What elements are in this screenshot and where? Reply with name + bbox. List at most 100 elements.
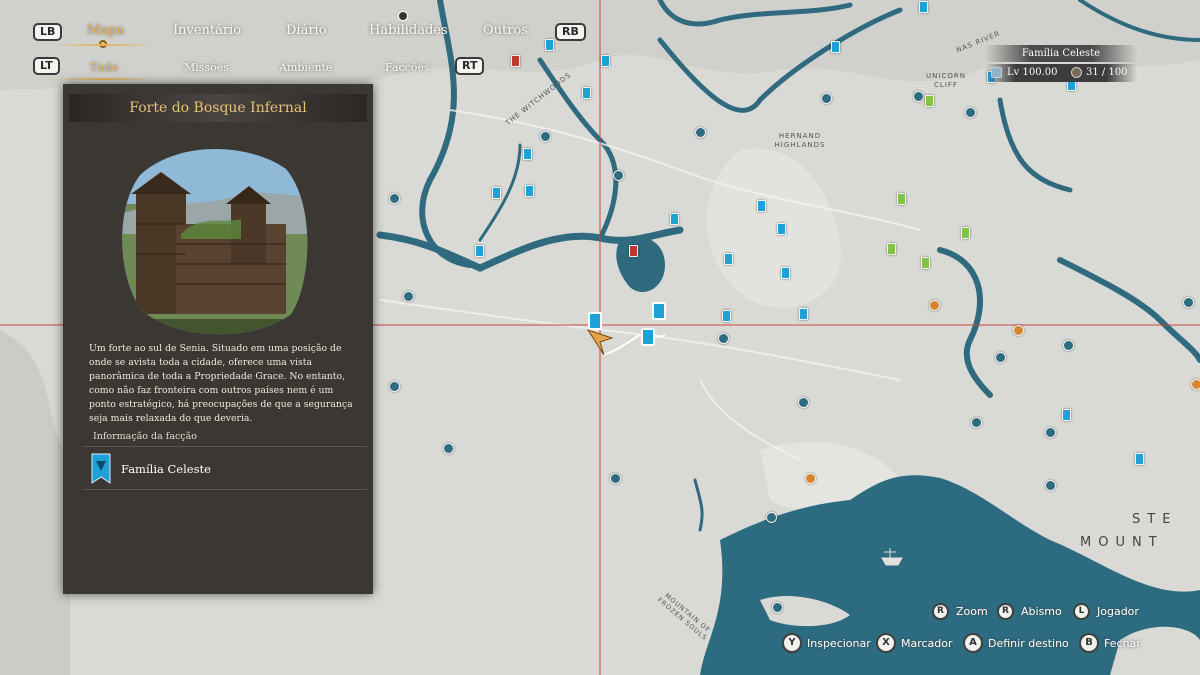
zoom-label: Zoom: [956, 605, 988, 618]
map-waypoint-icon[interactable]: [389, 381, 400, 392]
player-info: Família Celeste Lv 100.00 31 / 100: [985, 45, 1137, 85]
map-poi-icon[interactable]: [921, 257, 930, 269]
map-waypoint-icon[interactable]: [971, 417, 982, 428]
lt-button[interactable]: LT: [33, 57, 60, 75]
map-label-unicorn-cliff: UNICORN CLIFF: [926, 72, 966, 89]
rt-button[interactable]: RT: [455, 57, 485, 75]
map-waypoint-icon[interactable]: [965, 107, 976, 118]
abismo-button-icon[interactable]: R: [997, 603, 1014, 620]
subtab-ambiente[interactable]: Ambiente: [279, 61, 332, 74]
close-label: Fechar: [1104, 637, 1141, 650]
faction-marker-icon[interactable]: [652, 302, 666, 320]
map-poi-icon[interactable]: [601, 55, 610, 67]
map-poi-icon[interactable]: [925, 95, 934, 107]
map-poi-icon[interactable]: [724, 253, 733, 265]
player-level: Lv 100.00: [1007, 67, 1058, 78]
map-poi-icon[interactable]: [492, 187, 501, 199]
map-waypoint-icon[interactable]: [389, 193, 400, 204]
map-poi-icon[interactable]: [1135, 453, 1144, 465]
map-poi-icon[interactable]: [525, 185, 534, 197]
members-icon: [1071, 67, 1082, 78]
tab-outros[interactable]: Outros: [483, 23, 528, 38]
map-waypoint-icon[interactable]: [695, 127, 706, 138]
faction-info-header: Informação da facção: [93, 431, 198, 442]
map-waypoint-icon[interactable]: [1063, 340, 1074, 351]
map-waypoint-icon[interactable]: [1183, 297, 1194, 308]
dest-button-icon[interactable]: A: [963, 633, 983, 653]
map-waypoint-icon[interactable]: [766, 512, 777, 523]
player-family-name: Família Celeste: [985, 45, 1137, 62]
map-poi-icon[interactable]: [523, 148, 532, 160]
map-waypoint-icon[interactable]: [821, 93, 832, 104]
subtab-faccoes[interactable]: Facções: [385, 61, 430, 74]
map-waypoint-icon[interactable]: [718, 333, 729, 344]
map-label-ste: STE: [1132, 512, 1178, 527]
faction-marker-icon[interactable]: [641, 328, 655, 346]
player-stats: Lv 100.00 31 / 100: [985, 64, 1137, 82]
tab-habilidades[interactable]: Habilidades: [369, 23, 448, 38]
map-waypoint-icon[interactable]: [913, 91, 924, 102]
inspect-label: Inspecionar: [807, 637, 871, 650]
tab-mapa[interactable]: Mapa: [87, 23, 124, 38]
map-poi-icon[interactable]: [670, 213, 679, 225]
map-poi-icon[interactable]: [629, 245, 638, 257]
faction-banner-icon: [91, 453, 111, 484]
rb-button[interactable]: RB: [555, 23, 586, 41]
close-button-icon[interactable]: B: [1079, 633, 1099, 653]
lb-button[interactable]: LB: [33, 23, 63, 41]
map-poi-icon[interactable]: [545, 39, 554, 51]
map-poi-icon[interactable]: [929, 300, 940, 311]
map-poi-icon[interactable]: [799, 308, 808, 320]
location-title: Forte do Bosque Infernal: [129, 100, 307, 116]
map-poi-icon[interactable]: [722, 310, 731, 322]
map-poi-icon[interactable]: [1191, 379, 1200, 390]
faction-marker-icon[interactable]: [588, 312, 602, 330]
map-waypoint-icon[interactable]: [798, 397, 809, 408]
map-poi-icon[interactable]: [757, 200, 766, 212]
map-poi-icon[interactable]: [831, 41, 840, 53]
map-waypoint-icon[interactable]: [1045, 480, 1056, 491]
map-poi-icon[interactable]: [897, 193, 906, 205]
map-waypoint-icon[interactable]: [1045, 427, 1056, 438]
map-waypoint-icon[interactable]: [613, 170, 624, 181]
notification-icon: [398, 11, 408, 21]
map-waypoint-icon[interactable]: [540, 131, 551, 142]
map-waypoint-icon[interactable]: [995, 352, 1006, 363]
map-poi-icon[interactable]: [475, 245, 484, 257]
zoom-button-icon[interactable]: R: [932, 603, 949, 620]
panel-title-bar: Forte do Bosque Infernal: [69, 94, 367, 122]
subtab-underline: [52, 78, 154, 80]
jogador-label: Jogador: [1097, 605, 1139, 618]
tab-diario[interactable]: Diário: [286, 23, 327, 38]
map-waypoint-icon[interactable]: [772, 602, 783, 613]
subtab-tudo[interactable]: Tudo: [90, 61, 118, 74]
faction-name: Família Celeste: [121, 462, 211, 476]
map-poi-icon[interactable]: [1062, 409, 1071, 421]
level-icon: [991, 67, 1002, 78]
marker-button-icon[interactable]: X: [876, 633, 896, 653]
faction-row[interactable]: Família Celeste: [83, 446, 367, 490]
jogador-button-icon[interactable]: L: [1073, 603, 1090, 620]
map-poi-icon[interactable]: [781, 267, 790, 279]
map-label-mount: MOUNT: [1080, 535, 1164, 550]
location-info-panel: Forte do Bosque Infernal Um forte ao sul…: [63, 84, 373, 594]
map-poi-icon[interactable]: [805, 473, 816, 484]
map-poi-icon[interactable]: [777, 223, 786, 235]
marker-label: Marcador: [901, 637, 953, 650]
map-poi-icon[interactable]: [919, 1, 928, 13]
map-poi-icon[interactable]: [1013, 325, 1024, 336]
location-description: Um forte ao sul de Senia. Situado em uma…: [89, 343, 353, 424]
tab-inventario[interactable]: Inventário: [173, 23, 241, 38]
map-poi-icon[interactable]: [582, 87, 591, 99]
map-waypoint-icon[interactable]: [610, 473, 621, 484]
dest-label: Definir destino: [988, 637, 1069, 650]
map-poi-icon[interactable]: [887, 243, 896, 255]
map-poi-icon[interactable]: [961, 227, 970, 239]
tab-underline: [52, 44, 154, 46]
inspect-button-icon[interactable]: Y: [782, 633, 802, 653]
map-poi-icon[interactable]: [511, 55, 520, 67]
abismo-label: Abismo: [1021, 605, 1062, 618]
map-waypoint-icon[interactable]: [443, 443, 454, 454]
map-waypoint-icon[interactable]: [403, 291, 414, 302]
subtab-missoes[interactable]: Missões: [184, 61, 229, 74]
